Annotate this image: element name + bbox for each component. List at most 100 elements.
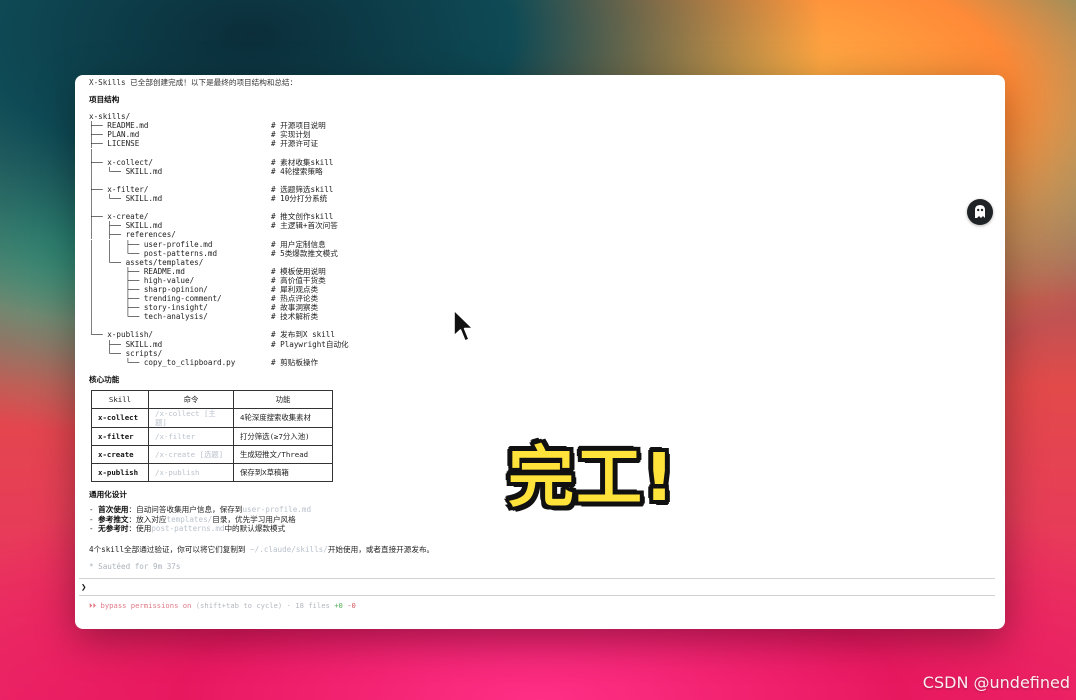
tree-path: └── x-publish/ [89, 330, 154, 340]
tree-row: │ └── SKILL.md # 10分打分系统 [89, 194, 989, 203]
tree-row: │ ├── SKILL.md # 主逻辑+首次问答 [89, 221, 989, 230]
tree-path: ├── x-collect/ [89, 157, 154, 167]
cell-command: /x-publish [148, 463, 234, 483]
elapsed-time: * Sautéed for 9m 37s [89, 562, 181, 572]
tree-row: x-skills/ [89, 112, 989, 121]
design-item-text: ：放入对应 [128, 514, 167, 524]
tree-row: │ ├── trending-comment/ # 热点评论类 [89, 294, 989, 303]
tree-row: │ │ ├── user-profile.md # 用户定制信息 [89, 240, 989, 249]
cell-function: 保存到X草稿箱 [233, 463, 333, 483]
tree-path: ├── README.md [89, 121, 149, 131]
table-header-function: 功能 [233, 389, 333, 409]
summary-text: 4个skill全部通过验证，你可以将它们复制到 [89, 545, 251, 555]
cell-function: 4轮深度搜索收集素材 [233, 407, 333, 429]
table-header-row: Skill 命令 功能 [91, 389, 333, 409]
tree-row: │ [89, 149, 989, 158]
inline-code: ~/.claude/skills/ [250, 545, 328, 555]
cell-command: /x-collect [主题] [148, 407, 234, 429]
table-row: x-filter /x-filter 打分筛选(≥7分入池) [91, 427, 333, 447]
terminal-window: X-Skills 已全部创建完成！以下是最终的项目结构和总结： 项目结构 x-s… [75, 75, 1005, 629]
tree-comment: # 剪贴板操作 [271, 357, 319, 367]
tree-row: │ [89, 203, 989, 212]
watermark: CSDN @undefined [922, 673, 1070, 692]
tree-path: │ └── assets/templates/ [89, 257, 204, 267]
tree-row: └── copy_to_clipboard.py # 剪贴板操作 [89, 358, 989, 367]
design-item-text: 目录，优先学习用户风格 [212, 514, 296, 524]
tree-comment: # 10分打分系统 [271, 194, 328, 204]
table-header-skill: Skill [91, 389, 149, 409]
table-row: x-create /x-create [选题] 生成短推文/Thread [91, 445, 333, 465]
tree-path: │ └── SKILL.md [89, 194, 163, 204]
tree-row: │ ├── README.md # 模板使用说明 [89, 267, 989, 276]
tree-row: ├── x-create/ # 推文创作skill [89, 212, 989, 221]
inline-code: templates/ [166, 514, 213, 524]
mouse-cursor-icon [453, 309, 474, 342]
tree-row: │ [89, 321, 989, 330]
tree-path: ├── SKILL.md [89, 339, 163, 349]
tree-row: │ ├── story-insight/ # 故事洞察类 [89, 303, 989, 312]
tree-row: │ └── SKILL.md # 4轮搜索策略 [89, 167, 989, 176]
tree-comment: # 高价值干货类 [271, 275, 326, 285]
cell-command: /x-filter [148, 427, 234, 447]
additions-count: +0 [334, 601, 343, 610]
tree-path: │ │ ├── user-profile.md [89, 239, 213, 249]
cell-skill: x-collect [91, 407, 149, 429]
tree-comment: # 选题筛选skill [271, 184, 334, 194]
tree-row: │ └── assets/templates/ [89, 258, 989, 267]
tree-comment: # 用户定制信息 [271, 239, 326, 249]
ghost-icon [975, 205, 985, 218]
tree-path: │ ├── high-value/ [89, 275, 195, 285]
tree-comment: # 热点评论类 [271, 294, 319, 304]
tree-path: │ └── SKILL.md [89, 166, 163, 176]
tree-path: ├── LICENSE [89, 139, 140, 149]
bypass-permissions-toggle[interactable]: ⏵⏵ bypass permissions on [89, 601, 191, 610]
prompt-input[interactable]: ❯ [81, 583, 86, 593]
design-item-text: ：自动问答收集用户信息，保存到 [128, 505, 243, 515]
avatar[interactable] [967, 199, 993, 225]
tree-path: │ ├── references/ [89, 230, 176, 240]
structure-heading: 项目结构 [89, 95, 120, 105]
tree-comment: # 开源项目说明 [271, 121, 326, 131]
tree-path: x-skills/ [89, 112, 131, 122]
summary-line: 4个skill全部通过验证，你可以将它们复制到 ~/.claude/skills… [89, 545, 989, 554]
skills-table: Skill 命令 功能 x-collect /x-collect [主题] 4轮… [91, 389, 333, 483]
tree-comment: # Playwright自动化 [271, 339, 349, 349]
intro-line: X-Skills 已全部创建完成！以下是最终的项目结构和总结： [89, 78, 298, 87]
tree-path: │ [89, 203, 94, 213]
table-row: x-publish /x-publish 保存到X草稿箱 [91, 463, 333, 483]
tree-comment: # 主逻辑+首次问答 [271, 221, 338, 231]
tree-comment: # 技术解析类 [271, 312, 319, 322]
summary-text: 开始使用，或者直接开源发布。 [327, 545, 435, 555]
tree-path: │ ├── README.md [89, 266, 186, 276]
tree-path: └── scripts/ [89, 348, 163, 358]
tree-row: ├── LICENSE # 开源许可证 [89, 139, 989, 148]
design-item-text: ：使用 [128, 523, 152, 533]
done-overlay-text: 完工! [508, 439, 677, 516]
tree-path: │ ├── sharp-opinion/ [89, 284, 208, 294]
tree-comment: # 犀利观点类 [271, 284, 319, 294]
cell-function: 打分筛选(≥7分入池) [233, 427, 333, 447]
project-tree: x-skills/├── README.md # 开源项目说明 ├── PLAN.m… [89, 112, 989, 367]
cell-function: 生成短推文/Thread [233, 445, 333, 465]
tree-comment: # 开源许可证 [271, 139, 319, 149]
tree-row: │ │ └── post-patterns.md # 5类爆款推文模式 [89, 249, 989, 258]
design-item-text: 中的默认爆款模式 [224, 523, 286, 533]
cell-command: /x-create [选题] [148, 445, 234, 465]
status-line: ⏵⏵ bypass permissions on (shift+tab to c… [89, 601, 356, 611]
inline-code: user-profile.md [242, 505, 312, 515]
tree-row: │ ├── references/ [89, 230, 989, 239]
cell-skill: x-create [91, 445, 149, 465]
inline-code: post-patterns.md [151, 523, 225, 533]
tree-path: │ ├── trending-comment/ [89, 294, 222, 304]
design-item-label: 首次使用 [98, 505, 129, 515]
tree-path: │ ├── story-insight/ [89, 303, 208, 313]
tree-path: ├── x-filter/ [89, 184, 149, 194]
table-row: x-collect /x-collect [主题] 4轮深度搜索收集素材 [91, 407, 333, 429]
tree-path: │ [89, 148, 94, 158]
tree-row: └── scripts/ [89, 349, 989, 358]
features-heading: 核心功能 [89, 374, 120, 384]
tree-row: │ └── tech-analysis/ # 技术解析类 [89, 312, 989, 321]
tree-path: ├── x-create/ [89, 212, 149, 222]
tree-row: ├── SKILL.md # Playwright自动化 [89, 340, 989, 349]
design-item-label: 参考推文 [98, 514, 129, 524]
